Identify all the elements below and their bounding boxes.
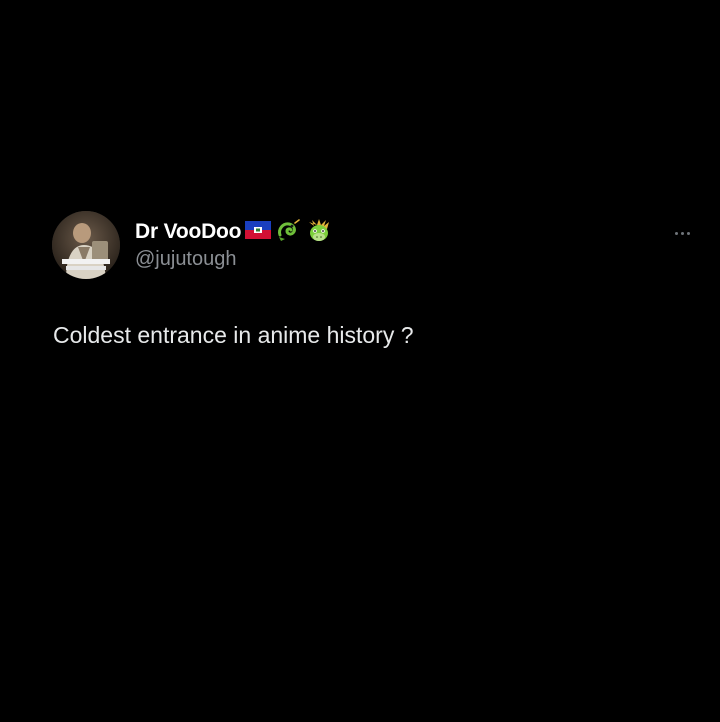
author-handle[interactable]: @jujutough [135, 248, 236, 271]
haiti-flag-icon [245, 220, 272, 244]
dragon-face-icon [305, 216, 333, 249]
tweet-card: Dr VooDoo @jujutough Coldest entrance in… [0, 0, 720, 722]
more-options-button[interactable] [664, 223, 700, 243]
dragon-icon [275, 217, 301, 248]
tweet-text: Coldest entrance in anime history ? [53, 322, 414, 348]
author-name-row: Dr VooDoo [135, 217, 333, 247]
more-horizontal-icon [674, 231, 678, 235]
avatar[interactable] [52, 211, 120, 279]
display-name[interactable]: Dr VooDoo [135, 220, 241, 244]
